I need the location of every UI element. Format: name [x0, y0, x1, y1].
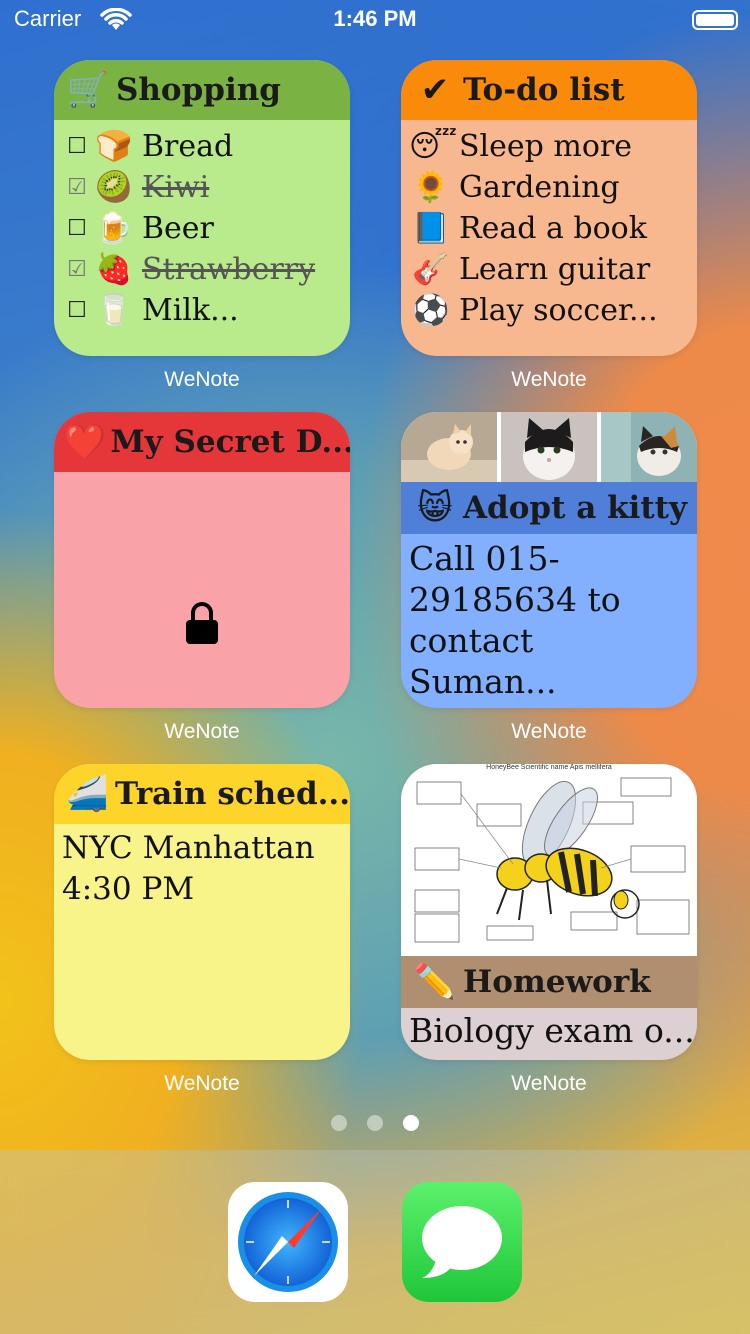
smiling-cat-icon: 😸	[417, 488, 453, 528]
note-line: NYC Manhattan	[62, 830, 315, 866]
dock	[0, 1150, 750, 1334]
widget-header: 🚄 Train sched...	[54, 764, 350, 824]
checklist: ☐ 🍞 Bread ☑ 🥝 Kiwi ☐ 🍺 Beer ☑ 🍓 Strawberry ☐ 🥛 Milk...	[54, 120, 350, 331]
kitten-photos	[401, 412, 697, 482]
page-indicator[interactable]	[0, 1115, 750, 1131]
secret-diary-widget[interactable]: ❤️ My Secret D...	[54, 412, 350, 708]
note-text: Call 015-29185634 to contact Suman...	[409, 539, 621, 701]
note-text: Biology exam o...	[409, 1011, 695, 1050]
widget-app-label: WeNote	[164, 720, 240, 743]
item-emoji-icon: 🍺	[95, 211, 133, 246]
item-emoji-icon: 🥝	[95, 170, 133, 205]
adopt-kitty-widget[interactable]: 😸 Adopt a kitty Call 015-29185634 to con…	[401, 412, 697, 708]
checkbox-icon[interactable]: ☐	[62, 298, 92, 323]
widget-app-label: WeNote	[511, 1072, 587, 1095]
todo-list: 😴 Sleep more 🌻 Gardening 📘 Read a book 🎸 Learn …	[401, 120, 697, 331]
kitten-photo	[501, 412, 597, 482]
todo-item[interactable]: 😴 Sleep more	[409, 126, 697, 167]
kitten-photo	[401, 412, 497, 482]
shopping-widget[interactable]: 🛒 Shopping ☐ 🍞 Bread ☑ 🥝 Kiwi ☐ 🍺 Beer ☑ 🍓 Strawber…	[54, 60, 350, 356]
widget-body: NYC Manhattan 4:30 PM	[54, 824, 350, 1060]
item-emoji-icon: 🥛	[95, 293, 133, 328]
todo-item[interactable]: 📘 Read a book	[409, 208, 697, 249]
item-text: Read a book	[459, 211, 647, 246]
safari-icon[interactable]	[228, 1182, 348, 1302]
item-text: Beer	[142, 211, 214, 246]
checkbox-icon[interactable]: ☐	[62, 134, 92, 159]
item-text: Kiwi	[142, 170, 210, 205]
widget-app-label: WeNote	[511, 368, 587, 391]
checked-box-icon[interactable]: ☑	[62, 257, 92, 282]
checklist-item[interactable]: ☐ 🍺 Beer	[62, 208, 350, 249]
checklist-item[interactable]: ☐ 🥛 Milk...	[62, 290, 350, 331]
checkbox-icon[interactable]: ☐	[62, 216, 92, 241]
train-icon: 🚄	[66, 774, 109, 814]
widget-app-label: WeNote	[164, 1072, 240, 1095]
item-emoji-icon: 🎸	[412, 252, 450, 287]
item-text: Sleep more	[459, 129, 632, 164]
widget-header: ✏️ Homework	[401, 956, 697, 1008]
cart-icon: 🛒	[66, 70, 110, 110]
item-text: Learn guitar	[459, 252, 651, 287]
pencil-icon: ✏️	[413, 962, 457, 1002]
item-text: Gardening	[459, 170, 620, 205]
homework-widget[interactable]: HoneyBee Scientific name Apis mellifera	[401, 764, 697, 1060]
item-emoji-icon: 📘	[412, 211, 450, 246]
bee-diagram: HoneyBee Scientific name Apis mellifera	[401, 764, 697, 956]
widget-app-label: WeNote	[511, 720, 587, 743]
checklist-item[interactable]: ☑ 🍓 Strawberry	[62, 249, 350, 290]
messages-icon[interactable]	[402, 1182, 522, 1302]
widget-body: Biology exam o...	[401, 1008, 697, 1060]
page-dot[interactable]	[403, 1115, 419, 1131]
item-text: Strawberry	[142, 252, 316, 287]
item-text: Play soccer...	[459, 293, 658, 328]
train-schedule-widget[interactable]: 🚄 Train sched... NYC Manhattan 4:30 PM	[54, 764, 350, 1060]
item-emoji-icon: 🍞	[95, 129, 133, 164]
bee-illustration	[414, 777, 690, 943]
widget-title: Shopping	[116, 72, 281, 108]
widget-body	[54, 472, 350, 708]
checked-box-icon[interactable]: ☑	[62, 175, 92, 200]
widget-header: 😸 Adopt a kitty	[401, 482, 697, 534]
item-text: Bread	[142, 129, 234, 164]
widget-title: Homework	[463, 964, 651, 1000]
lock-icon	[186, 602, 218, 644]
status-bar: Carrier 1:46 PM	[0, 0, 750, 40]
checkmark-icon: ✔	[420, 70, 450, 110]
widget-header: ✔ To-do list	[401, 60, 697, 120]
todo-item[interactable]: 🌻 Gardening	[409, 167, 697, 208]
widget-title: My Secret D...	[110, 424, 350, 460]
widget-title: Adopt a kitty	[463, 490, 687, 526]
page-dot[interactable]	[367, 1115, 383, 1131]
item-emoji-icon: ⚽	[412, 293, 450, 328]
widget-body: Call 015-29185634 to contact Suman...	[401, 534, 697, 708]
note-line: 4:30 PM	[62, 871, 195, 907]
checklist-item[interactable]: ☐ 🍞 Bread	[62, 126, 350, 167]
checklist-item[interactable]: ☑ 🥝 Kiwi	[62, 167, 350, 208]
widget-title: To-do list	[463, 72, 625, 108]
page-dot[interactable]	[331, 1115, 347, 1131]
widget-title: Train sched...	[115, 776, 350, 812]
widget-app-label: WeNote	[164, 368, 240, 391]
item-text: Milk...	[142, 293, 239, 328]
kitten-photo	[601, 412, 697, 482]
todo-item[interactable]: 🎸 Learn guitar	[409, 249, 697, 290]
widget-header: 🛒 Shopping	[54, 60, 350, 120]
clock: 1:46 PM	[333, 6, 417, 31]
widget-header: ❤️ My Secret D...	[54, 412, 350, 472]
item-emoji-icon: 🍓	[95, 252, 133, 287]
battery-icon	[692, 10, 738, 30]
heart-icon: ❤️	[64, 422, 107, 462]
item-emoji-icon: 🌻	[412, 170, 450, 205]
todo-item[interactable]: ⚽ Play soccer...	[409, 290, 697, 331]
item-emoji-icon: 😴	[409, 129, 458, 164]
todo-widget[interactable]: ✔ To-do list 😴 Sleep more 🌻 Gardening 📘 Read …	[401, 60, 697, 356]
